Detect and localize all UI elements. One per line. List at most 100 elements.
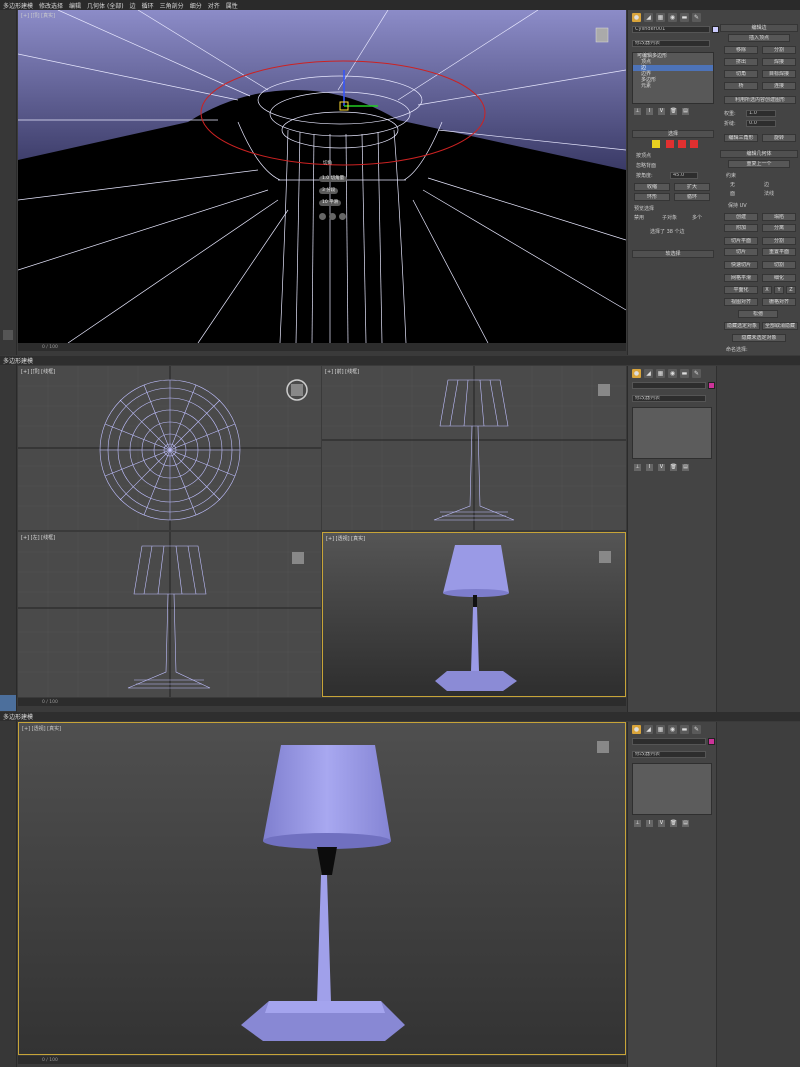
- constraint-face-radio[interactable]: 面: [730, 190, 735, 197]
- weld-button[interactable]: 焊接: [762, 58, 796, 66]
- constraint-edge-radio[interactable]: 边: [764, 181, 769, 188]
- connect-button[interactable]: 连接: [762, 82, 796, 90]
- left-wireframe-viewport[interactable]: [+] [左] [线框]: [18, 532, 321, 697]
- object-name-field[interactable]: Cylinder001: [632, 26, 710, 33]
- selection-rollout-header[interactable]: 选择: [632, 130, 714, 138]
- motion-icon[interactable]: ◉: [668, 725, 677, 734]
- create-icon[interactable]: ●: [632, 369, 641, 378]
- modifier-stack[interactable]: [632, 407, 712, 459]
- middle-timeline[interactable]: 0 / 100: [18, 698, 626, 706]
- configure-icon[interactable]: ▤: [682, 820, 689, 827]
- pin-icon[interactable]: ⊥: [634, 820, 641, 827]
- weight-spinner[interactable]: 1.0: [746, 110, 776, 117]
- preview-multi-radio[interactable]: 多个: [692, 214, 702, 221]
- motion-icon[interactable]: ◉: [668, 369, 677, 378]
- show-result-icon[interactable]: I: [646, 108, 653, 115]
- meshsmooth-button[interactable]: 网格平滑: [724, 274, 758, 282]
- bottom-perspective-viewport[interactable]: [+] [透视] [真实]: [18, 722, 626, 1055]
- viewport-label[interactable]: [+] [顶] [真实]: [21, 12, 55, 19]
- constraint-normal-radio[interactable]: 法线: [764, 190, 774, 197]
- display-icon[interactable]: ▬: [680, 725, 689, 734]
- viewport-label[interactable]: [+] [左] [线框]: [21, 534, 55, 541]
- menu-item[interactable]: 属性: [226, 1, 238, 10]
- modifier-list-dropdown[interactable]: 修改器列表: [632, 40, 710, 47]
- caddy-chamfer-amount[interactable]: 1.0 切角量: [319, 176, 348, 182]
- hierarchy-icon[interactable]: ▦: [656, 725, 665, 734]
- caddy-segments[interactable]: 3 分段: [319, 188, 339, 194]
- modify-icon[interactable]: ◢: [644, 369, 653, 378]
- menu-item[interactable]: 几何体 (全部): [87, 1, 124, 10]
- tessellate-button[interactable]: 细化: [762, 274, 796, 282]
- perspective-viewport[interactable]: [+] [透视] [真实]: [322, 532, 626, 697]
- unique-icon[interactable]: V: [658, 108, 665, 115]
- border-mode-icon[interactable]: [678, 140, 686, 148]
- menu-item[interactable]: 三角剖分: [160, 1, 184, 10]
- ring-button[interactable]: 环形: [634, 193, 670, 201]
- angle-spinner[interactable]: 45.0: [670, 172, 698, 179]
- hierarchy-icon[interactable]: ▦: [656, 369, 665, 378]
- hide-unselected-button[interactable]: 隐藏未选定对象: [732, 334, 786, 342]
- viewport-label[interactable]: [+] [透视] [真实]: [326, 535, 365, 542]
- modify-icon[interactable]: ◢: [644, 13, 653, 22]
- display-icon[interactable]: ▬: [680, 13, 689, 22]
- top-wireframe-viewport[interactable]: [+] [顶] [线框]: [18, 366, 321, 530]
- play-icon[interactable]: [3, 330, 13, 340]
- menu-item[interactable]: 对齐: [208, 1, 220, 10]
- slice-plane-button[interactable]: 切片平面: [724, 237, 758, 245]
- create-icon[interactable]: ●: [632, 13, 641, 22]
- menu-item[interactable]: 细分: [190, 1, 202, 10]
- split-checkbox[interactable]: 分割: [762, 237, 796, 245]
- front-wireframe-viewport[interactable]: [+] [前] [线框]: [322, 366, 626, 530]
- viewport-label[interactable]: [+] [透视] [真实]: [22, 725, 61, 732]
- polygon-mode-icon[interactable]: [690, 140, 698, 148]
- utilities-icon[interactable]: ✎: [692, 725, 701, 734]
- object-color-swatch[interactable]: [712, 26, 719, 33]
- remove-button[interactable]: 移除: [724, 46, 758, 54]
- by-angle-checkbox[interactable]: 按角度:: [636, 172, 653, 179]
- quickslice-button[interactable]: 快速切片: [724, 261, 758, 269]
- create-button[interactable]: 创建: [724, 213, 758, 221]
- loop-button[interactable]: 循环: [674, 193, 710, 201]
- motion-icon[interactable]: ◉: [668, 13, 677, 22]
- unique-icon[interactable]: V: [658, 820, 665, 827]
- extrude-button[interactable]: 挤出: [724, 58, 758, 66]
- remove-modifier-icon[interactable]: 🗑: [670, 820, 677, 827]
- configure-icon[interactable]: ▤: [682, 464, 689, 471]
- object-name-field[interactable]: [632, 738, 706, 745]
- edit-triangulation-button[interactable]: 编辑三角形: [724, 134, 758, 142]
- remove-modifier-icon[interactable]: 🗑: [670, 108, 677, 115]
- preview-subobject-radio[interactable]: 子对象: [662, 214, 677, 221]
- target-weld-button[interactable]: 目标焊接: [762, 70, 796, 78]
- make-planar-button[interactable]: 平面化: [724, 286, 758, 294]
- chamfer-button[interactable]: 切角: [724, 70, 758, 78]
- planar-z-button[interactable]: Z: [786, 286, 796, 294]
- split-button[interactable]: 分割: [762, 46, 796, 54]
- view-align-button[interactable]: 视图对齐: [724, 298, 758, 306]
- reset-plane-button[interactable]: 重置平面: [762, 248, 796, 256]
- ribbon-tab[interactable]: 多边形建模: [3, 356, 33, 365]
- configure-icon[interactable]: ▤: [682, 108, 689, 115]
- modifier-stack[interactable]: 可编辑多边形 顶点 边 边界 多边形 元素: [632, 52, 714, 104]
- viewport-label[interactable]: [+] [前] [线框]: [325, 368, 359, 375]
- crease-spinner[interactable]: 0.0: [746, 120, 776, 127]
- menu-item[interactable]: 边: [130, 1, 136, 10]
- preserve-uvs-checkbox[interactable]: 保持 UV: [728, 202, 747, 209]
- utilities-icon[interactable]: ✎: [692, 13, 701, 22]
- show-result-icon[interactable]: I: [646, 820, 653, 827]
- apply-icon[interactable]: [329, 213, 336, 220]
- detach-button[interactable]: 分离: [762, 224, 796, 232]
- relax-button[interactable]: 松弛: [738, 310, 778, 318]
- edit-edges-rollout[interactable]: 编辑边: [720, 24, 798, 32]
- display-icon[interactable]: ▬: [680, 369, 689, 378]
- planar-x-button[interactable]: X: [762, 286, 772, 294]
- preview-disabled-radio[interactable]: 禁用: [634, 214, 644, 221]
- show-result-icon[interactable]: I: [646, 464, 653, 471]
- edge-mode-icon[interactable]: [666, 140, 674, 148]
- bottom-timeline[interactable]: 0 / 100: [18, 1056, 626, 1064]
- attach-button[interactable]: 附加: [724, 224, 758, 232]
- object-color-swatch[interactable]: [708, 382, 715, 389]
- create-icon[interactable]: ●: [632, 725, 641, 734]
- planar-y-button[interactable]: Y: [774, 286, 784, 294]
- ignore-backfacing-checkbox[interactable]: 忽略背面: [636, 162, 656, 169]
- modifier-stack[interactable]: [632, 763, 712, 815]
